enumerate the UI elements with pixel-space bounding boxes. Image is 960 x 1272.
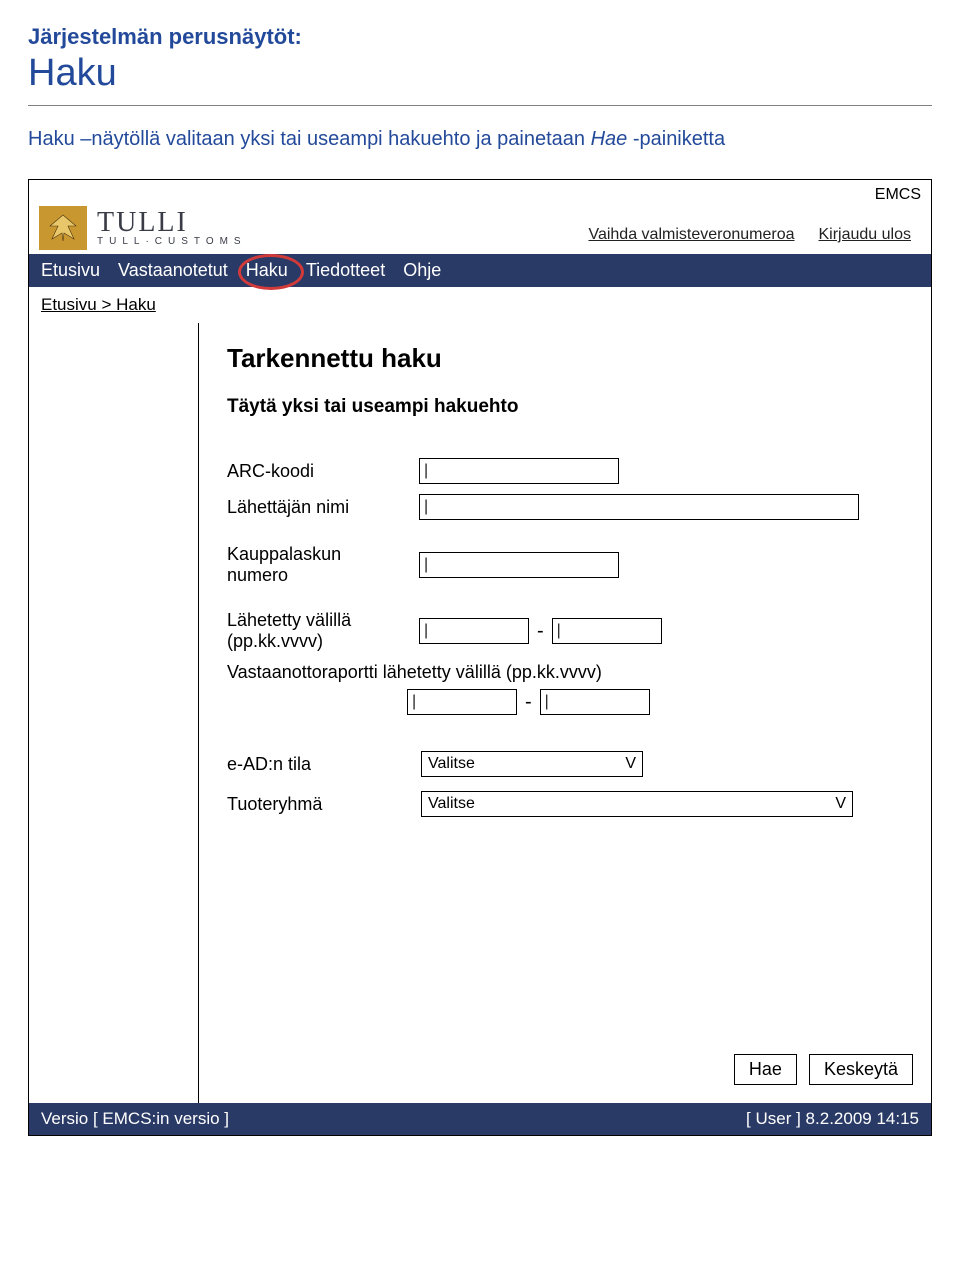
link-logout[interactable]: Kirjaudu ulos (819, 226, 912, 244)
label-ead-state: e-AD:n tila (227, 754, 407, 775)
label-sender: Lähettäjän nimi (227, 497, 407, 518)
main-nav: Etusivu Vastaanotetut Haku Tiedotteet Oh… (29, 254, 931, 287)
cancel-button[interactable]: Keskeytä (809, 1054, 913, 1085)
label-invoice: Kauppalaskun numero (227, 544, 407, 586)
system-label: EMCS (875, 186, 921, 204)
section-subtitle: Täytä yksi tai useampi hakuehto (227, 396, 911, 418)
select-ead-state-value: Valitse (428, 755, 475, 773)
main-content: Tarkennettu haku Täytä yksi tai useampi … (199, 323, 931, 1103)
select-product-group[interactable]: Valitse V (421, 791, 853, 817)
select-ead-state[interactable]: Valitse V (421, 751, 643, 777)
app-window: EMCS TULLI TULL·CUSTOMS Vaihda valmistev… (28, 179, 932, 1136)
search-button[interactable]: Hae (734, 1054, 797, 1085)
dash-receipt: - (525, 691, 532, 714)
section-title: Tarkennettu haku (227, 343, 911, 374)
input-sender-name[interactable]: | (419, 494, 859, 520)
page-pretitle: Järjestelmän perusnäytöt: (28, 24, 932, 50)
dash-sent: - (537, 620, 544, 643)
select-product-group-value: Valitse (428, 795, 475, 813)
intro-text: Haku –näytöllä valitaan yksi tai useampi… (28, 128, 932, 151)
title-divider (28, 105, 932, 106)
footer-bar: Versio [ EMCS:in versio ] [ User ] 8.2.2… (29, 1103, 931, 1135)
intro-after: -painiketta (627, 128, 725, 150)
label-receipt-between: Vastaanottoraportti lähetetty välillä (p… (227, 662, 911, 683)
breadcrumb[interactable]: Etusivu > Haku (29, 287, 931, 323)
logo-glyph (46, 213, 80, 243)
tulli-logo-icon (39, 206, 87, 250)
input-receipt-to[interactable]: | (540, 689, 650, 715)
nav-ohje[interactable]: Ohje (403, 260, 441, 281)
input-invoice-number[interactable]: | (419, 552, 619, 578)
footer-version: Versio [ EMCS:in versio ] (41, 1109, 229, 1129)
footer-user: [ User ] 8.2.2009 14:15 (746, 1109, 919, 1129)
chevron-down-icon: V (835, 795, 846, 813)
page-title: Haku (28, 52, 932, 95)
left-sidebar (29, 323, 199, 1103)
logo-sub-text: TULL·CUSTOMS (97, 237, 247, 247)
input-receipt-from[interactable]: | (407, 689, 517, 715)
label-arc: ARC-koodi (227, 461, 407, 482)
nav-vastaanotetut[interactable]: Vastaanotetut (118, 260, 228, 281)
nav-etusivu[interactable]: Etusivu (41, 260, 100, 281)
nav-haku[interactable]: Haku (246, 260, 288, 280)
label-product-group: Tuoteryhmä (227, 794, 407, 815)
intro-plain: Haku –näytöllä valitaan yksi tai useampi… (28, 128, 591, 150)
input-sent-from[interactable]: | (419, 618, 529, 644)
chevron-down-icon: V (625, 755, 636, 773)
link-change-tax-number[interactable]: Vaihda valmisteveronumeroa (588, 226, 794, 244)
logo-main-text: TULLI (97, 209, 247, 237)
label-sent-between: Lähetetty välillä (pp.kk.vvvv) (227, 610, 407, 652)
input-sent-to[interactable]: | (552, 618, 662, 644)
input-arc[interactable]: | (419, 458, 619, 484)
intro-italic: Hae (591, 128, 628, 150)
nav-tiedotteet[interactable]: Tiedotteet (306, 260, 385, 281)
